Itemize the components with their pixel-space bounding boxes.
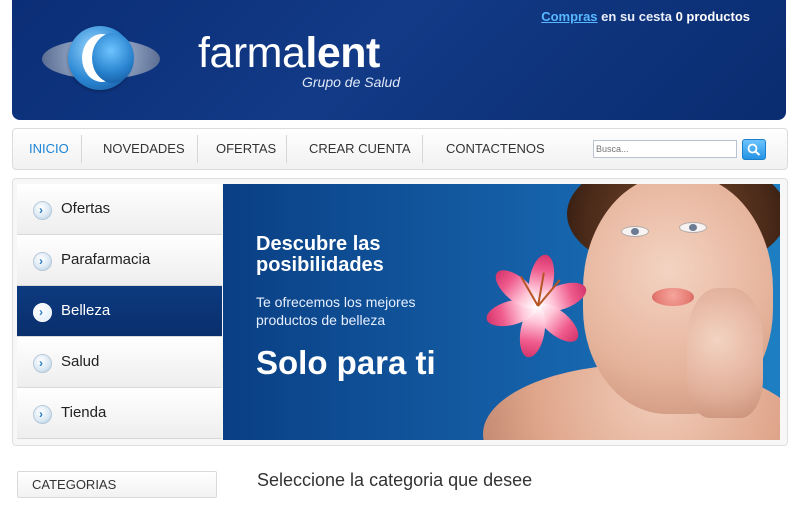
logo-icon[interactable] [42, 26, 160, 92]
categories-label: CATEGORIAS [32, 477, 117, 492]
chevron-right-icon: › [33, 354, 52, 373]
menu-item-parafarmacia[interactable]: › Parafarmacia [17, 235, 222, 286]
nav-divider [422, 135, 423, 163]
brand-light: farma [198, 29, 306, 77]
chevron-right-icon: › [33, 252, 52, 271]
brand-tagline: Grupo de Salud [302, 74, 401, 90]
nav-novedades[interactable]: NOVEDADES [103, 129, 185, 169]
cart-link[interactable]: Compras [541, 9, 597, 24]
site-header: Compras en su cesta 0 productos farmalen… [12, 0, 786, 120]
cart-count: 0 productos [675, 9, 750, 24]
section-title: Seleccione la categoria que desee [257, 470, 533, 490]
menu-item-tienda[interactable]: › Tienda [17, 388, 222, 439]
nav-crear-cuenta[interactable]: CREAR CUENTA [309, 129, 411, 169]
menu-item-label: Tienda [61, 404, 107, 421]
menu-item-ofertas[interactable]: › Ofertas [17, 184, 222, 235]
nav-contactenos[interactable]: CONTACTENOS [446, 129, 545, 169]
brand-bold: lent [305, 29, 380, 77]
promo-banner[interactable]: Descubre las posibilidades Te ofrecemos … [223, 184, 780, 440]
menu-item-belleza[interactable]: › Belleza [17, 286, 222, 337]
banner-title: Descubre las posibilidades [256, 233, 384, 276]
chevron-right-icon: › [33, 303, 52, 322]
nav-divider [81, 135, 82, 163]
featured-panel: › Ofertas › Parafarmacia › Belleza › Sal… [12, 178, 788, 446]
nav-divider [286, 135, 287, 163]
cart-summary: Compras en su cesta 0 productos [541, 9, 750, 24]
search-icon [747, 143, 761, 156]
nav-divider [197, 135, 198, 163]
brand-name[interactable]: farmalent [198, 30, 380, 76]
menu-item-label: Parafarmacia [61, 251, 151, 268]
menu-item-label: Salud [61, 353, 100, 370]
banner-subtitle: Te ofrecemos los mejores productos de be… [256, 294, 416, 328]
nav-ofertas[interactable]: OFERTAS [216, 129, 276, 169]
chevron-right-icon: › [33, 405, 52, 424]
lily-flower-image [477, 230, 607, 380]
nav-inicio[interactable]: INICIO [29, 129, 69, 169]
search-button[interactable] [742, 139, 766, 160]
side-menu: › Ofertas › Parafarmacia › Belleza › Sal… [17, 184, 222, 440]
chevron-right-icon: › [33, 201, 52, 220]
search-input[interactable] [593, 140, 737, 158]
menu-item-salud[interactable]: › Salud [17, 337, 222, 388]
menu-item-label: Ofertas [61, 200, 111, 217]
main-nav: INICIO NOVEDADES OFERTAS CREAR CUENTA CO… [12, 128, 788, 170]
menu-item-label: Belleza [61, 302, 111, 319]
cart-text: en su cesta [597, 9, 676, 24]
categories-header: CATEGORIAS [17, 471, 217, 498]
banner-headline: Solo para ti [256, 344, 436, 381]
